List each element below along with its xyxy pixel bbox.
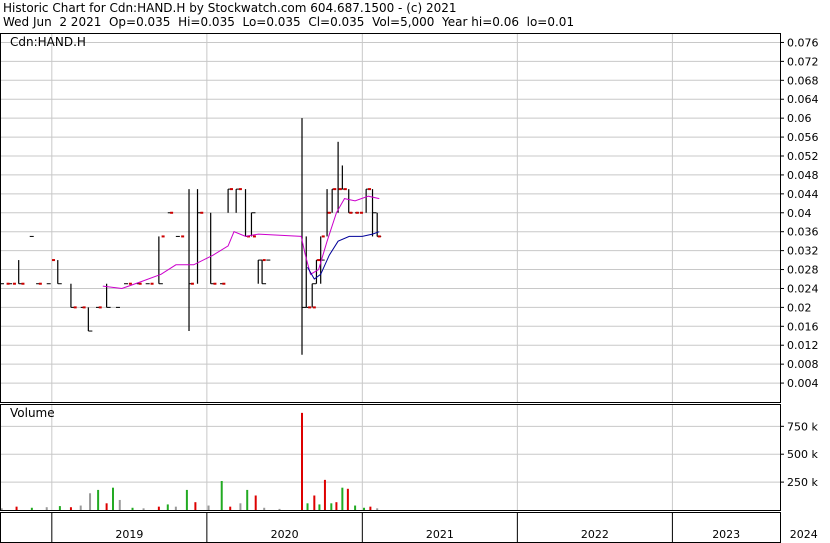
close-dot (82, 306, 86, 309)
price-tick-label: 0.032 (787, 245, 819, 258)
close-dot (327, 211, 331, 214)
close-dot (138, 282, 142, 285)
close-dot (252, 235, 256, 238)
volume-tick-label: 500 k (787, 448, 818, 461)
price-tick-label: 0.052 (787, 150, 819, 163)
close-dot (200, 211, 204, 214)
year-label: 2020 (271, 528, 299, 541)
price-tick-label: 0.044 (787, 188, 819, 201)
close-dot (21, 282, 25, 285)
close-dot (308, 306, 312, 309)
close-dot (355, 211, 359, 214)
year-axis-labels: 2019 2020 2021 2022 2023 2024 (51, 512, 818, 543)
panel-frame (0, 404, 781, 511)
year-label: 2021 (426, 528, 454, 541)
price-tick-label: 0.02 (787, 301, 812, 314)
close-dot (6, 282, 10, 285)
price-tick-label: 0.024 (787, 282, 819, 295)
close-dot (317, 259, 321, 262)
close-dot (98, 306, 102, 309)
close-dot (170, 211, 174, 214)
volume-bars (0, 412, 379, 510)
close-dot (262, 259, 266, 262)
price-tick-label: 0.028 (787, 264, 819, 277)
close-dot (73, 306, 77, 309)
close-dot (161, 235, 165, 238)
close-dot (333, 188, 337, 191)
price-tick-label: 0.068 (787, 74, 819, 87)
close-dot (52, 259, 56, 262)
close-dot (377, 235, 381, 238)
close-dot (150, 282, 154, 285)
close-dot (190, 282, 194, 285)
price-tick-label: 0.072 (787, 55, 819, 68)
price-tick-label: 0.036 (787, 226, 819, 239)
close-dot (12, 282, 16, 285)
price-grid (0, 41, 780, 384)
stock-chart: 0.004 0.008 0.012 0.016 0.02 0.024 0.028 0.032 0… (0, 33, 819, 543)
year-label: 2022 (581, 528, 609, 541)
volume-axis-ticks: 250 k 500 k 750 k (780, 420, 818, 489)
close-dot (229, 188, 233, 191)
close-dot (338, 188, 342, 191)
close-dot (321, 235, 325, 238)
panel-frame (0, 33, 781, 403)
close-dot (349, 211, 353, 214)
symbol-label: Cdn:HAND.H (10, 35, 86, 49)
close-dot (359, 211, 363, 214)
price-axis-ticks: 0.004 0.008 0.012 0.016 0.02 0.024 0.028 0.032 0… (780, 36, 819, 390)
year-label: 2023 (712, 528, 740, 541)
close-dot (343, 188, 347, 191)
price-tick-label: 0.064 (787, 93, 819, 106)
year-gridlines (51, 33, 673, 510)
price-tick-label: 0.048 (787, 169, 819, 182)
moving-average-long-line (307, 231, 380, 280)
price-tick-label: 0.04 (787, 207, 812, 220)
close-dot (128, 282, 132, 285)
close-dot (368, 188, 372, 191)
price-tick-label: 0.008 (787, 358, 819, 371)
volume-label: Volume (10, 406, 55, 420)
volume-tick-label: 250 k (787, 476, 818, 489)
price-tick-label: 0.06 (787, 112, 812, 125)
close-dot (222, 282, 226, 285)
price-tick-label: 0.012 (787, 339, 819, 352)
close-dot (38, 282, 42, 285)
close-dot (312, 306, 316, 309)
year-label: 2019 (115, 528, 143, 541)
volume-tick-label: 750 k (787, 420, 818, 433)
price-tick-label: 0.016 (787, 320, 819, 333)
close-dot (213, 282, 217, 285)
price-tick-label: 0.056 (787, 131, 819, 144)
close-dot (238, 188, 242, 191)
price-tick-label: 0.076 (787, 36, 819, 49)
close-dot (181, 235, 185, 238)
year-label: 2024 (790, 528, 818, 541)
price-tick-label: 0.004 (787, 377, 819, 390)
volume-grid (0, 425, 780, 483)
